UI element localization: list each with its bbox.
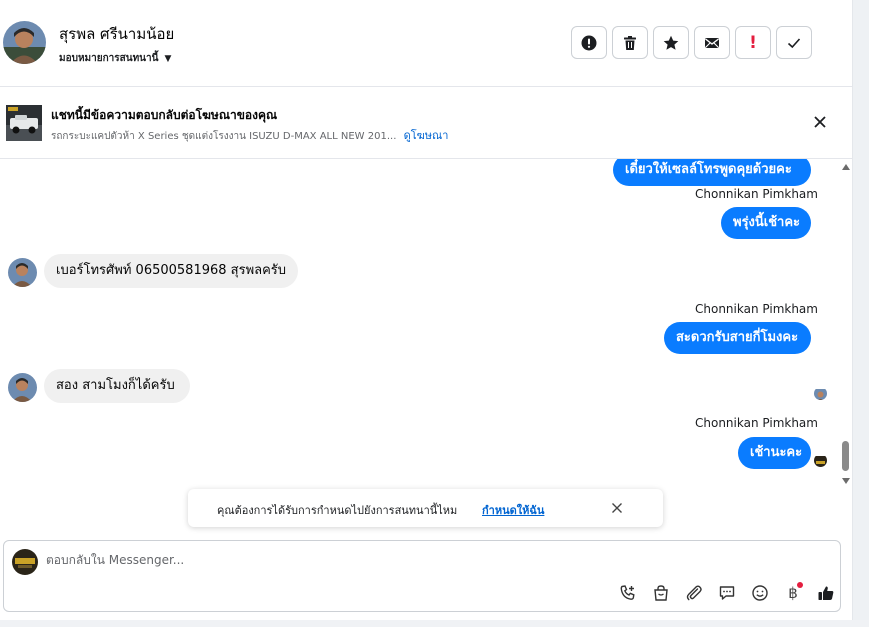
notification-dot	[797, 582, 803, 588]
alert-circle-icon	[581, 35, 597, 50]
outgoing-message[interactable]: สะดวกรับสายกี่โมงคะ	[664, 322, 811, 354]
ad-banner-subtitle: รถกระบะแคปตัวห้า X Series ชุดแต่งโรงงาน …	[51, 126, 448, 144]
composer-toolbar: ฿	[617, 582, 837, 604]
ad-description: รถกระบะแคปตัวห้า X Series ชุดแต่งโรงงาน …	[51, 131, 397, 142]
contact-avatar[interactable]	[3, 21, 46, 64]
envelope-icon	[705, 37, 719, 48]
message-scrollbar[interactable]	[840, 162, 852, 488]
chat-bubble-icon	[719, 586, 735, 600]
window-bottom-edge	[0, 620, 869, 627]
emoji-button[interactable]	[749, 582, 771, 604]
call-add-icon	[620, 585, 635, 600]
star-icon	[663, 35, 679, 50]
page-avatar	[12, 549, 38, 575]
close-icon[interactable]	[811, 113, 829, 131]
sender-name: Chonnikan Pimkham	[695, 302, 818, 316]
payment-button[interactable]: ฿	[782, 582, 804, 604]
ad-banner-title: แชทนี้มีข้อความตอบกลับต่อโฆษณาของคุณ	[51, 108, 278, 122]
attach-button[interactable]	[683, 582, 705, 604]
window-edge	[852, 0, 869, 627]
scrollbar-thumb[interactable]	[842, 441, 849, 471]
close-icon[interactable]	[611, 502, 623, 514]
call-add-button[interactable]	[617, 582, 639, 604]
sender-name: Chonnikan Pimkham	[695, 187, 818, 201]
reply-input[interactable]	[46, 553, 746, 567]
trash-icon	[624, 35, 636, 50]
checkmark-icon	[787, 37, 801, 48]
contact-avatar-small	[8, 373, 37, 402]
inbox-conversation-view: สุรพล ศรีนามน้อย มอบหมายการสนทนานี้ ▼ !	[0, 0, 869, 627]
mark-unread-button[interactable]	[694, 26, 730, 59]
outgoing-message[interactable]: พรุ่งนี้เช้าคะ	[721, 207, 811, 239]
sender-name: Chonnikan Pimkham	[695, 416, 818, 430]
shopping-bag-icon	[654, 585, 668, 601]
page-seen-avatar	[814, 454, 827, 467]
done-button[interactable]	[776, 26, 812, 59]
emoji-icon	[752, 585, 768, 601]
conversation-actions: !	[571, 26, 812, 59]
assign-reminder-toast: คุณต้องการได้รับการกำหนดไปยังการสนทนานี้…	[188, 489, 663, 527]
seen-avatar	[814, 387, 827, 400]
ad-thumbnail[interactable]	[6, 105, 42, 141]
outgoing-message[interactable]: เช้านะคะ	[738, 437, 811, 469]
saved-replies-button[interactable]	[716, 582, 738, 604]
assign-label: มอบหมายการสนทนานี้	[59, 53, 159, 64]
spam-button[interactable]	[571, 26, 607, 59]
scroll-down-arrow-icon[interactable]	[842, 478, 850, 484]
star-button[interactable]	[653, 26, 689, 59]
scroll-up-arrow-icon[interactable]	[842, 164, 850, 170]
delete-button[interactable]	[612, 26, 648, 59]
outgoing-message[interactable]: เดี๋ยวให้เซลล์โทรพูดคุยด้วยคะ	[613, 159, 811, 186]
follow-up-button[interactable]: !	[735, 26, 771, 59]
caret-down-icon: ▼	[164, 53, 172, 64]
baht-icon: ฿	[788, 584, 798, 602]
view-ad-link[interactable]: ดูโฆษณา	[404, 129, 449, 142]
thumbs-up-icon	[818, 586, 834, 600]
like-button[interactable]	[815, 582, 837, 604]
paperclip-icon	[686, 585, 702, 601]
contact-name[interactable]: สุรพล ศรีนามน้อย	[59, 22, 174, 46]
reply-composer: ฿	[3, 540, 841, 612]
incoming-message[interactable]: สอง สามโมงก็ได้ครับ	[44, 369, 190, 403]
message-thread[interactable]: เดี๋ยวให้เซลล์โทรพูดคุยด้วยคะ Chonnikan …	[0, 159, 853, 529]
contact-avatar-small	[8, 258, 37, 287]
incoming-message[interactable]: เบอร์โทรศัพท์ 06500581968 สุรพลครับ	[44, 254, 298, 288]
assign-to-me-link[interactable]: กำหนดให้ฉัน	[482, 501, 544, 519]
assign-reminder-text: คุณต้องการได้รับการกำหนดไปยังการสนทนานี้…	[217, 504, 458, 517]
assign-conversation-dropdown[interactable]: มอบหมายการสนทนานี้ ▼	[59, 51, 171, 66]
exclamation-icon: !	[749, 32, 757, 53]
shop-button[interactable]	[650, 582, 672, 604]
